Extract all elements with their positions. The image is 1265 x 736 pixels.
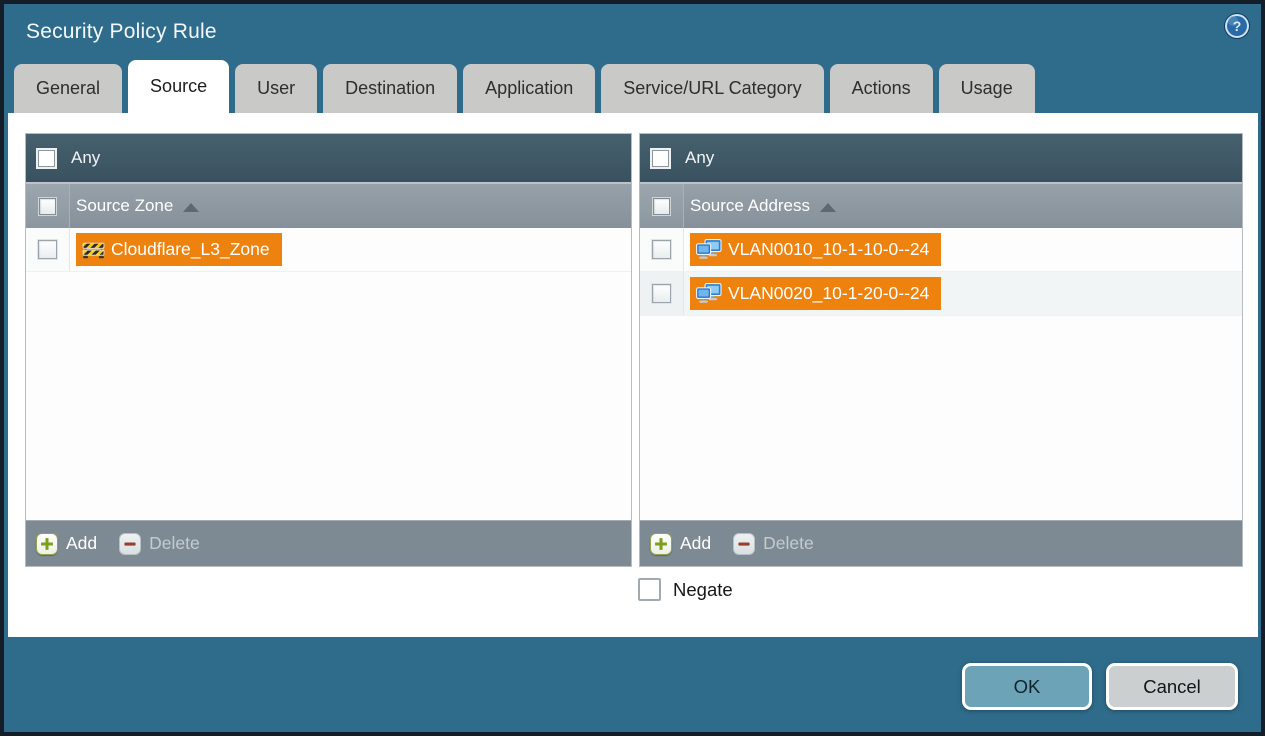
tab-service-url-category[interactable]: Service/URL Category (601, 64, 824, 113)
delete-button[interactable]: Delete (119, 532, 200, 555)
source-zone-list: Cloudflare_L3_Zone (26, 228, 631, 520)
delete-button[interactable]: Delete (733, 532, 814, 555)
address-chip[interactable]: VLAN0010_10-1-10-0--24 (690, 233, 942, 266)
tab-source[interactable]: Source (128, 60, 230, 113)
cancel-button[interactable]: Cancel (1106, 663, 1238, 710)
source-zone-select-all-checkbox[interactable] (39, 197, 56, 215)
row-checkbox-cell (640, 272, 684, 315)
select-all-cell (26, 184, 70, 228)
source-address-any-checkbox[interactable] (650, 147, 671, 169)
tab-label: Service/URL Category (623, 78, 802, 98)
source-zone-any-header: Any (26, 134, 631, 182)
add-button[interactable]: Add (36, 532, 98, 555)
tab-usage[interactable]: Usage (938, 64, 1035, 113)
add-button[interactable]: Add (650, 532, 712, 555)
source-address-any-header: Any (640, 134, 1242, 182)
row-checkbox[interactable] (38, 240, 57, 259)
zone-icon (82, 240, 105, 259)
source-zone-panel: Any Source Zone Cloudflare_L3_Zone Add D… (25, 133, 632, 567)
tab-general[interactable]: General (14, 64, 123, 113)
source-address-any-label: Any (685, 148, 715, 167)
row-checkbox-cell (640, 228, 684, 271)
svg-text:?: ? (1233, 18, 1242, 34)
tab-strip: General Source User Destination Applicat… (14, 60, 1035, 113)
table-row[interactable]: VLAN0020_10-1-20-0--24 (640, 272, 1242, 316)
source-tab-panel: Any Source Zone Cloudflare_L3_Zone Add D… (8, 113, 1258, 637)
source-address-column-header: Source Address (640, 182, 1242, 228)
add-icon (650, 532, 672, 555)
zone-label: Cloudflare_L3_Zone (111, 239, 270, 259)
source-address-column-title: Source Address (690, 196, 811, 215)
security-policy-rule-dialog: Security Policy Rule ? General Source Us… (4, 4, 1261, 732)
dialog-title: Security Policy Rule (26, 20, 217, 43)
address-icon (696, 282, 722, 305)
row-content: Cloudflare_L3_Zone (70, 228, 282, 271)
negate-checkbox[interactable] (638, 578, 661, 601)
source-address-select-all-checkbox[interactable] (653, 197, 670, 215)
row-content: VLAN0010_10-1-10-0--24 (684, 228, 942, 271)
address-label: VLAN0020_10-1-20-0--24 (728, 283, 930, 303)
select-all-cell (640, 184, 684, 228)
add-label: Add (680, 533, 712, 553)
source-address-list: VLAN0010_10-1-10-0--24 VLAN0020_10-1-20-… (640, 228, 1242, 520)
negate-row: Negate (638, 578, 733, 601)
row-checkbox[interactable] (652, 240, 671, 259)
source-address-footer: Add Delete (640, 520, 1242, 566)
table-row[interactable]: VLAN0010_10-1-10-0--24 (640, 228, 1242, 272)
delete-label: Delete (149, 533, 200, 553)
source-zone-footer: Add Delete (26, 520, 631, 566)
tab-application[interactable]: Application (463, 64, 596, 113)
tab-label: General (36, 78, 101, 98)
add-icon (36, 532, 58, 555)
tab-label: Actions (851, 78, 911, 98)
table-row[interactable]: Cloudflare_L3_Zone (26, 228, 631, 272)
address-label: VLAN0010_10-1-10-0--24 (728, 239, 930, 259)
cancel-label: Cancel (1143, 675, 1201, 697)
row-content: VLAN0020_10-1-20-0--24 (684, 272, 942, 315)
tab-label: Destination (345, 78, 436, 98)
sort-ascending-icon (820, 202, 837, 212)
source-zone-column-header: Source Zone (26, 182, 631, 228)
tab-label: User (257, 78, 296, 98)
ok-button[interactable]: OK (962, 663, 1092, 710)
source-address-column-sort[interactable]: Source Address (684, 184, 837, 228)
source-zone-column-title: Source Zone (76, 196, 174, 215)
row-checkbox-cell (26, 228, 70, 271)
tab-user[interactable]: User (235, 64, 318, 113)
delete-icon (733, 532, 756, 555)
source-zone-any-checkbox[interactable] (36, 147, 57, 169)
source-address-panel: Any Source Address VLAN0010_10-1-10-0--2… (639, 133, 1243, 567)
row-checkbox[interactable] (652, 284, 671, 303)
delete-label: Delete (763, 533, 814, 553)
address-chip[interactable]: VLAN0020_10-1-20-0--24 (690, 277, 942, 310)
source-zone-any-label: Any (71, 148, 101, 167)
delete-icon (119, 532, 142, 555)
ok-label: OK (1013, 675, 1041, 697)
sort-ascending-icon (183, 202, 200, 212)
dialog-titlebar: Security Policy Rule ? (4, 4, 1261, 64)
add-label: Add (66, 533, 98, 553)
tab-label: Source (150, 76, 208, 96)
negate-label: Negate (673, 578, 733, 600)
tab-label: Usage (960, 78, 1013, 98)
help-icon[interactable]: ? (1223, 12, 1251, 40)
zone-chip[interactable]: Cloudflare_L3_Zone (76, 233, 282, 266)
address-icon (696, 238, 722, 261)
tab-actions[interactable]: Actions (829, 64, 933, 113)
tab-destination[interactable]: Destination (323, 64, 458, 113)
tab-label: Application (485, 78, 574, 98)
source-zone-column-sort[interactable]: Source Zone (70, 184, 200, 228)
